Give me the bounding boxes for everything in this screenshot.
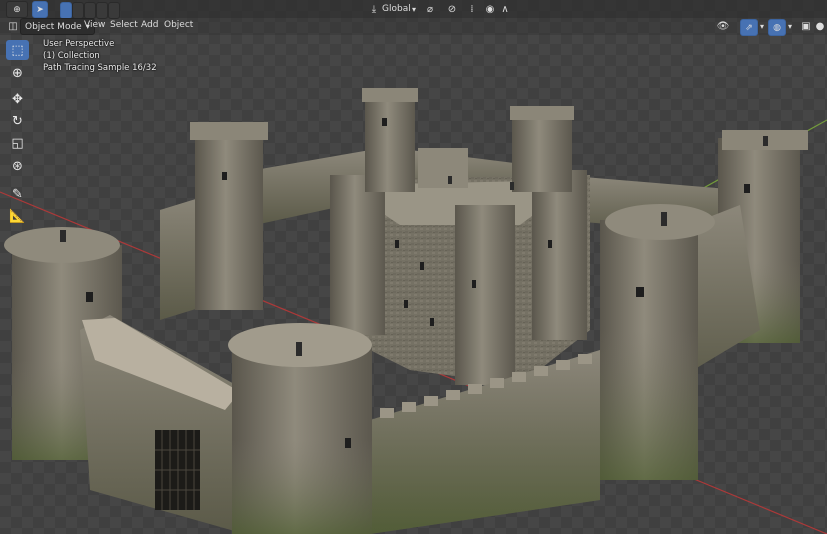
overlay-icon[interactable]: ◍	[768, 19, 786, 36]
falloff-icon[interactable]: ∧	[498, 2, 512, 16]
measure-icon[interactable]: 📐	[6, 206, 29, 226]
mode-icon: ◫	[8, 20, 18, 32]
cursor-icon[interactable]: ⊕	[6, 63, 29, 83]
mode-subtract-icon[interactable]	[84, 2, 96, 19]
pivot-icon[interactable]: ⌀	[423, 2, 437, 16]
mode-invert-icon[interactable]	[96, 2, 108, 19]
chevron-down-icon: ▾	[412, 4, 417, 14]
viewport-collection-label: (1) Collection	[43, 51, 100, 61]
mode-extend-icon[interactable]	[72, 2, 84, 19]
menu-add[interactable]: Add	[141, 20, 158, 30]
snap-icon[interactable]: ⊘	[445, 2, 459, 16]
proportional-edit-icon[interactable]: ◉	[484, 2, 496, 16]
rotate-icon[interactable]: ↻	[6, 111, 29, 131]
chevron-down-icon[interactable]: ▾	[758, 19, 766, 33]
editor-type-icon[interactable]: ⊕	[6, 1, 28, 18]
viewport-perspective-label: User Perspective	[43, 39, 115, 49]
snap-target-icon[interactable]: ⁞	[466, 2, 478, 16]
shading-icon[interactable]: ●	[814, 19, 826, 33]
mode-label: Object Mode	[25, 21, 82, 32]
castle-render	[0, 88, 827, 534]
visibility-icon[interactable]: 👁	[715, 19, 731, 33]
menu-object[interactable]: Object	[164, 20, 193, 30]
menu-select[interactable]: Select	[110, 20, 138, 30]
3d-viewport[interactable]	[0, 0, 827, 534]
transform-orientation-select[interactable]: Global	[382, 2, 411, 16]
mode-intersect-icon[interactable]	[108, 2, 120, 19]
top-header: ⊕ ➤ ⤓ Global ▾ ⌀ ⊘ ⁞ ◉ ∧	[0, 0, 827, 19]
gizmo-icon[interactable]: ⇗	[740, 19, 758, 36]
xray-icon[interactable]: ▣	[800, 19, 812, 33]
menu-view[interactable]: View	[84, 20, 105, 30]
select-box-icon[interactable]: ⬚	[6, 40, 29, 60]
orientation-icon: ⤓	[371, 3, 377, 15]
render-status-label: Path Tracing Sample 16/32	[43, 63, 157, 73]
transform-icon[interactable]: ⊛	[6, 156, 29, 176]
move-icon[interactable]: ✥	[6, 89, 29, 109]
scale-icon[interactable]: ◱	[6, 133, 29, 153]
mode-new-icon[interactable]	[60, 2, 72, 19]
annotate-icon[interactable]: ✎	[6, 184, 29, 204]
chevron-down-icon[interactable]: ▾	[786, 19, 794, 33]
select-tool-icon[interactable]: ➤	[32, 1, 48, 18]
